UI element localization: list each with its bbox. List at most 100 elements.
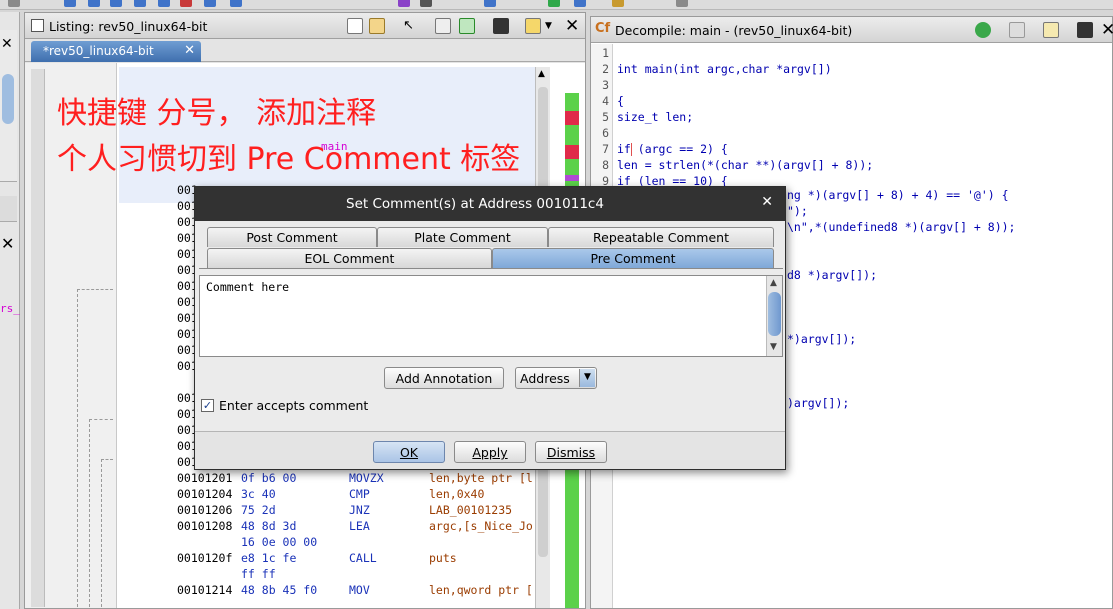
close-icon[interactable]: ✕ [565, 16, 579, 36]
dismiss-button[interactable]: Dismiss [535, 441, 607, 463]
toolbar-icon[interactable] [204, 0, 216, 7]
toolbar-icon[interactable] [398, 0, 410, 7]
toolbar-icon[interactable] [110, 0, 122, 7]
toolbar-icon[interactable] [484, 0, 496, 7]
diff-icon[interactable] [459, 18, 475, 34]
line-number: 5 [602, 110, 609, 124]
marker-bookmark[interactable] [565, 111, 579, 125]
enter-accepts-checkbox[interactable]: ✓ [201, 399, 214, 412]
comment-text-area[interactable]: ▲ ▼ [199, 275, 783, 357]
copy-icon[interactable] [1009, 22, 1025, 38]
refresh-icon[interactable] [975, 22, 991, 38]
apply-button[interactable]: Apply [454, 441, 526, 463]
tab-pre-comment[interactable]: Pre Comment [492, 248, 774, 268]
row-bytes: 3c 40 [241, 487, 276, 501]
text-cursor [631, 143, 632, 156]
code-fragment[interactable]: *)argv[]); [787, 332, 856, 346]
comment-scrollbar[interactable]: ▲ ▼ [766, 276, 782, 356]
code-line[interactable]: int main(int argc,char *argv[]) [617, 62, 832, 76]
code-line[interactable]: { [617, 94, 624, 108]
toolbar-icon[interactable] [134, 0, 146, 7]
close-icon[interactable]: ✕ [761, 194, 773, 210]
chevron-down-icon[interactable]: ▼ [579, 369, 595, 387]
flow-arrow [77, 289, 78, 607]
tab-post-comment[interactable]: Post Comment [207, 227, 377, 247]
snapshot-icon[interactable] [1077, 22, 1093, 38]
toolbar-icon[interactable] [548, 0, 560, 7]
toolbar-icon[interactable] [180, 0, 192, 7]
code-line[interactable]: len = strlen(*(char **)(argv[] + 8)); [617, 158, 873, 172]
tab-repeatable-comment[interactable]: Repeatable Comment [548, 227, 774, 247]
code-fragment[interactable]: "); [787, 204, 808, 218]
scroll-up-icon[interactable]: ▲ [770, 278, 777, 288]
toolbar-icon[interactable] [420, 0, 432, 7]
code-fragment[interactable]: )argv[]); [787, 396, 849, 410]
tab-eol-comment[interactable]: EOL Comment [207, 248, 492, 268]
decompile-icon: Cf [595, 21, 611, 36]
row-addr: 00101204 [177, 487, 233, 501]
symbol-fragment: rs_ [0, 302, 20, 315]
field-edit-icon[interactable] [435, 18, 451, 34]
code-line[interactable]: size_t len; [617, 110, 693, 124]
close-icon[interactable]: ✕ [1, 234, 14, 253]
scroll-up-icon[interactable]: ▲ [538, 69, 545, 79]
row-bytes: ff ff [241, 567, 276, 581]
copy-icon[interactable] [347, 18, 363, 34]
listing-icon [31, 19, 44, 32]
close-icon[interactable]: ✕ [1101, 20, 1113, 40]
row-bytes: 0f b6 00 [241, 471, 297, 485]
toolbar-icon[interactable] [676, 0, 688, 7]
row-addr: 00101208 [177, 519, 233, 533]
annotation-type-select[interactable]: Address ▼ [515, 367, 597, 389]
chevron-down-icon[interactable]: ▼ [545, 21, 561, 37]
line-number: 7 [602, 142, 609, 156]
row-bytes: 48 8b 45 f0 [241, 583, 318, 597]
edit-icon[interactable] [1043, 22, 1059, 38]
cursor-icon[interactable]: ↖ [403, 18, 419, 34]
add-annotation-button[interactable]: Add Annotation [384, 367, 504, 389]
tab-rev50-linux64[interactable]: *rev50_linux64-bit ✕ [31, 41, 201, 62]
row-mnem: CMP [349, 487, 370, 501]
toolbar-icon[interactable] [574, 0, 586, 7]
close-icon[interactable]: ✕ [184, 43, 195, 58]
line-number: 8 [602, 158, 609, 172]
toolbar-icon[interactable] [64, 0, 76, 7]
toolbar-icon[interactable] [8, 0, 20, 7]
toolbar-icon[interactable] [230, 0, 242, 7]
tab-plate-comment[interactable]: Plate Comment [377, 227, 548, 247]
row-oper: len,0x40 [429, 487, 485, 501]
gutter-strip [31, 69, 45, 607]
toolbar-icon[interactable] [612, 0, 624, 7]
dialog-title-bar[interactable]: Set Comment(s) at Address 001011c4 ✕ [195, 187, 785, 221]
code-fragment[interactable]: ng *)(argv[] + 8) + 4) == '@') { [787, 188, 1009, 202]
panel-divider[interactable] [0, 196, 17, 222]
row-bytes: 16 0e 00 00 [241, 535, 318, 549]
code-line[interactable]: if (argc == 2) { [617, 142, 728, 156]
tab-content-border [199, 268, 783, 275]
scroll-down-icon[interactable]: ▼ [770, 342, 777, 352]
row-oper: puts [429, 551, 457, 565]
comment-input[interactable] [200, 276, 766, 356]
marker-selection[interactable] [565, 175, 579, 181]
close-icon[interactable]: ✕ [1, 36, 13, 52]
row-oper: argc,[s_Nice_Jo [429, 519, 533, 533]
code-fragment[interactable]: \n",*(undefined8 *)(argv[] + 8)); [787, 220, 1015, 234]
listing-tabs: *rev50_linux64-bit ✕ [25, 40, 585, 62]
row-mnem: LEA [349, 519, 370, 533]
toolbar-icon[interactable] [88, 0, 100, 7]
flow-arrow [101, 459, 113, 460]
layout-icon[interactable] [525, 18, 541, 34]
toolbar-icon[interactable] [158, 0, 170, 7]
row-addr: 00101201 [177, 471, 233, 485]
paste-icon[interactable] [369, 18, 385, 34]
row-oper: len,byte ptr [l [429, 471, 533, 485]
line-number: 2 [602, 62, 609, 76]
ok-button[interactable]: OK [373, 441, 445, 463]
marker-bookmark[interactable] [565, 145, 579, 159]
row-addr: 0010120f [177, 551, 233, 565]
code-fragment[interactable]: d8 *)argv[]); [787, 268, 877, 282]
scroll-thumb[interactable] [768, 292, 781, 336]
row-bytes: 75 2d [241, 503, 276, 517]
scroll-thumb[interactable] [2, 74, 14, 124]
snapshot-icon[interactable] [493, 18, 509, 34]
